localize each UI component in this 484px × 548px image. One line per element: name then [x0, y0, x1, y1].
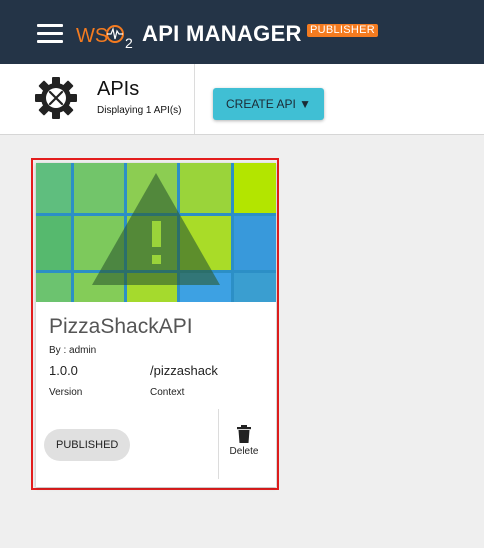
wso2-logo-icon: WS 2 — [76, 25, 133, 50]
api-version-value: 1.0.0 — [49, 363, 78, 378]
api-context-label: Context — [150, 387, 185, 398]
delete-button[interactable]: Delete — [222, 425, 266, 465]
api-version-label: Version — [49, 387, 83, 398]
create-api-label: CREATE API ▼ — [225, 97, 311, 111]
header-divider — [194, 64, 195, 134]
product-name: API MANAGER — [142, 21, 302, 46]
svg-text:WS: WS — [76, 25, 108, 47]
create-api-button[interactable]: CREATE API ▼ — [213, 88, 324, 120]
api-card[interactable]: PizzaShackAPI By : admin 1.0.0 Version /… — [36, 163, 276, 487]
publisher-badge: PUBLISHER — [307, 24, 379, 37]
api-context-value: /pizzashack — [150, 363, 218, 378]
api-author: By : admin — [49, 345, 97, 356]
trash-icon — [237, 425, 251, 443]
status-text: PUBLISHED — [56, 439, 119, 451]
svg-text:2: 2 — [125, 35, 133, 50]
api-count-text: Displaying 1 API(s) — [97, 105, 182, 116]
api-thumbnail[interactable] — [36, 163, 276, 302]
gear-tools-icon — [34, 76, 78, 120]
card-divider — [218, 409, 219, 479]
delete-label: Delete — [229, 446, 259, 457]
page-header: APIs Displaying 1 API(s) CREATE API ▼ — [0, 64, 484, 135]
status-chip: PUBLISHED — [44, 429, 131, 461]
hamburger-menu-icon[interactable] — [37, 24, 63, 44]
api-name[interactable]: PizzaShackAPI — [49, 315, 193, 339]
page-title: APIs — [97, 78, 140, 100]
top-app-bar: WS 2 API MANAGER PUBLISHER — [0, 0, 484, 64]
